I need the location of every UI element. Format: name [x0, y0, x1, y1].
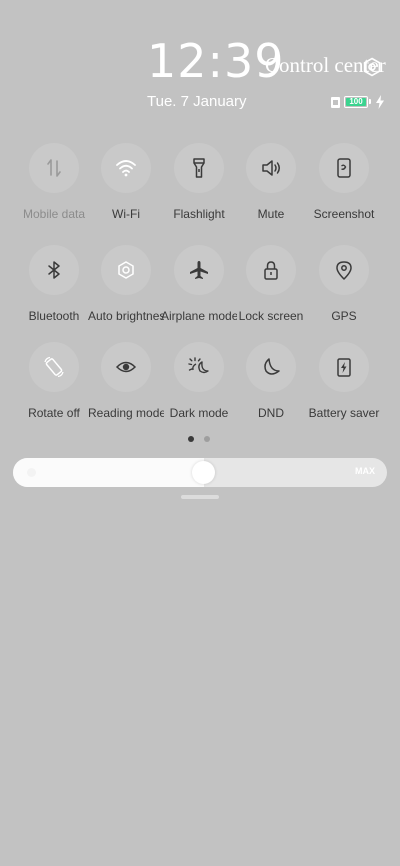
charging-bolt-icon: [376, 95, 384, 109]
tile-label: DND: [258, 406, 284, 420]
brightness-auto-icon: [118, 261, 134, 279]
tile-wifi-button[interactable]: [101, 143, 151, 193]
brightness-max-label: MAX: [355, 466, 375, 476]
tile-label: Reading mode: [88, 406, 164, 420]
tile-reading-mode[interactable]: Reading mode: [88, 342, 164, 420]
page-indicator: [188, 436, 210, 442]
location-pin-icon: [336, 261, 352, 280]
tile-dnd-button[interactable]: [246, 342, 296, 392]
battery-icon: 100: [344, 96, 371, 108]
tile-auto-brightness-button[interactable]: [101, 245, 151, 295]
eye-icon: [115, 361, 137, 373]
tile-label: Auto brightness: [88, 309, 164, 323]
tile-label: Screenshot: [313, 207, 375, 221]
page-dot-active[interactable]: [188, 436, 194, 442]
tile-battery-saver-button[interactable]: [319, 342, 369, 392]
brightness-fill: [13, 458, 204, 487]
tile-flashlight[interactable]: Flashlight: [161, 143, 237, 221]
tile-gps-button[interactable]: [319, 245, 369, 295]
tile-label: Flashlight: [173, 207, 225, 221]
mobile-data-icon: [47, 159, 61, 177]
dark-mode-icon: [188, 357, 209, 374]
tile-screenshot-button[interactable]: [319, 143, 369, 193]
tile-flashlight-button[interactable]: [174, 143, 224, 193]
tile-mobile-data[interactable]: Mobile data: [16, 143, 92, 221]
bluetooth-icon: [48, 261, 60, 279]
sim-icon: [331, 96, 340, 108]
tile-label: Lock screen: [238, 309, 304, 323]
tile-label: Mute: [257, 207, 285, 221]
tile-mute-button[interactable]: [246, 143, 296, 193]
wifi-icon: [116, 160, 136, 177]
date: Tue. 7 January: [147, 93, 247, 110]
tile-label: Bluetooth: [28, 309, 80, 323]
tile-wifi[interactable]: Wi-Fi: [88, 143, 164, 221]
tile-reading-mode-button[interactable]: [101, 342, 151, 392]
gear-icon: [363, 57, 381, 77]
tile-dnd[interactable]: DND: [233, 342, 309, 420]
tile-label: Rotate off: [28, 406, 80, 420]
battery-saver-icon: [337, 358, 351, 377]
rotate-icon: [44, 356, 64, 378]
tile-dark-mode-button[interactable]: [174, 342, 224, 392]
tile-airplane-mode[interactable]: Airplane mode: [161, 245, 237, 323]
tile-mobile-data-button[interactable]: [29, 143, 79, 193]
tile-bluetooth[interactable]: Bluetooth: [16, 245, 92, 323]
tile-gps[interactable]: GPS: [306, 245, 382, 323]
drag-handle[interactable]: [181, 495, 219, 499]
tile-lock-screen[interactable]: Lock screen: [233, 245, 309, 323]
brightness-slider[interactable]: MAX: [13, 458, 387, 487]
brightness-knob[interactable]: [192, 461, 215, 484]
tile-airplane-mode-button[interactable]: [174, 245, 224, 295]
tile-dark-mode[interactable]: Dark mode: [161, 342, 237, 420]
page-dot[interactable]: [204, 436, 210, 442]
tile-battery-saver[interactable]: Battery saver: [306, 342, 382, 420]
airplane-icon: [190, 261, 208, 279]
tile-label: Battery saver: [308, 406, 380, 420]
tile-label: Dark mode: [169, 406, 229, 420]
battery-level: 100: [349, 97, 363, 106]
speaker-icon: [262, 160, 280, 176]
settings-button[interactable]: [361, 56, 383, 78]
tile-rotate[interactable]: Rotate off: [16, 342, 92, 420]
tile-auto-brightness[interactable]: Auto brightness: [88, 245, 164, 323]
tile-lock-screen-button[interactable]: [246, 245, 296, 295]
tile-screenshot[interactable]: Screenshot: [306, 143, 382, 221]
screenshot-icon: [337, 158, 351, 178]
tile-mute[interactable]: Mute: [233, 143, 309, 221]
tile-label: GPS: [331, 309, 357, 323]
tile-rotate-button[interactable]: [29, 342, 79, 392]
status-icons: 100: [331, 94, 385, 110]
lock-icon: [264, 261, 278, 280]
moon-icon: [264, 358, 280, 375]
flashlight-icon: [193, 158, 205, 178]
tile-label: Wi-Fi: [112, 207, 140, 221]
tile-label: Mobile data: [22, 207, 86, 221]
clock: 12:39: [147, 34, 285, 88]
tile-label: Airplane mode: [161, 309, 237, 323]
tile-bluetooth-button[interactable]: [29, 245, 79, 295]
brightness-min-icon: [27, 468, 36, 477]
